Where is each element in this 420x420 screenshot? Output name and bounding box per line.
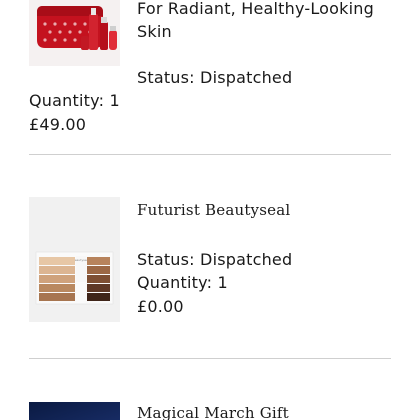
- product-name[interactable]: Magical March Gift: [137, 402, 289, 420]
- product-name-line-2[interactable]: Skin: [137, 20, 172, 43]
- order-item: Beautyseal Futurist Beautyseal Status: D…: [0, 156, 420, 360]
- product-name-line-1[interactable]: For Radiant, Healthy-Looking: [137, 0, 374, 20]
- order-price: £0.00: [137, 297, 184, 316]
- divider: [29, 154, 391, 155]
- divider: [29, 358, 391, 359]
- product-image-gift-set[interactable]: [29, 0, 120, 66]
- product-name[interactable]: Futurist Beautyseal: [137, 199, 290, 222]
- order-quantity: Quantity: 1: [137, 273, 228, 292]
- product-image-magical-march-gift[interactable]: [29, 402, 120, 420]
- product-image-graphic: Beautyseal: [29, 197, 120, 322]
- order-item: Magical March Gift: [0, 360, 420, 420]
- order-quantity: Quantity: 1: [29, 91, 120, 110]
- order-item: For Radiant, Healthy-Looking Skin Status…: [0, 0, 420, 156]
- product-image-graphic: [29, 0, 120, 66]
- product-image-graphic: [29, 402, 120, 420]
- order-status: Status: Dispatched: [137, 68, 293, 87]
- product-image-beautyseal[interactable]: Beautyseal: [29, 197, 120, 322]
- order-items-list: For Radiant, Healthy-Looking Skin Status…: [0, 0, 420, 420]
- order-price: £49.00: [29, 115, 87, 134]
- swatch-label: Beautyseal: [73, 258, 90, 262]
- order-status: Status: Dispatched: [137, 250, 293, 269]
